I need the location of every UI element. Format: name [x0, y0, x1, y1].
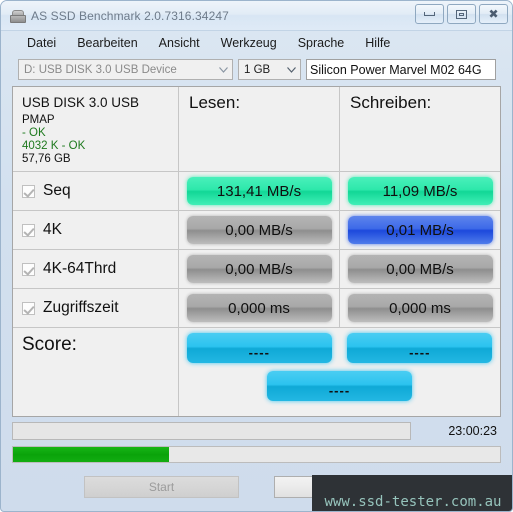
- menu-item-ansicht[interactable]: Ansicht: [159, 36, 200, 50]
- progress-bar-fill: [13, 447, 169, 462]
- table-row-seq: Seq 131,41 MB/s 11,09 MB/s: [13, 172, 500, 211]
- 4k-label-cell: 4K: [13, 211, 179, 249]
- write-column-label: Schreiben:: [350, 93, 432, 112]
- 4k64-checkbox[interactable]: [22, 262, 35, 276]
- seq-checkbox[interactable]: [22, 184, 35, 198]
- drive-info-panel: USB DISK 3.0 USB PMAP - OK 4032 K - OK 5…: [13, 87, 179, 171]
- hard-drive-icon: [9, 8, 26, 24]
- info-header-row: USB DISK 3.0 USB PMAP - OK 4032 K - OK 5…: [13, 87, 500, 172]
- device-name-field[interactable]: Silicon Power Marvel M02 64G: [306, 59, 496, 80]
- 4k-read-value: 0,00 MB/s: [186, 216, 332, 244]
- toolbar: D: USB DISK 3.0 USB Device 1 GB Silicon …: [1, 55, 512, 84]
- read-column-header: Lesen:: [179, 87, 340, 171]
- menu-item-bearbeiten[interactable]: Bearbeiten: [77, 36, 137, 50]
- drive-info-title: USB DISK 3.0 USB: [22, 95, 140, 110]
- watermark-text: www.ssd-tester.com.au: [324, 494, 502, 510]
- seq-label-cell: Seq: [13, 172, 179, 210]
- minimize-icon: [424, 12, 435, 16]
- app-window: AS SSD Benchmark 2.0.7316.34247 ✖ Datei …: [0, 0, 513, 512]
- score-write-value: ----: [347, 333, 493, 363]
- seq-label: Seq: [43, 182, 71, 199]
- seq-read-value: 131,41 MB/s: [186, 177, 332, 205]
- access-write-value: 0,000 ms: [347, 294, 493, 322]
- access-read-value: 0,000 ms: [186, 294, 332, 322]
- access-checkbox[interactable]: [22, 301, 35, 315]
- table-row-score: Score: ---- ---- ----: [13, 328, 500, 416]
- results-grid: USB DISK 3.0 USB PMAP - OK 4032 K - OK 5…: [12, 86, 501, 417]
- seq-write-cell: 11,09 MB/s: [340, 172, 500, 210]
- 4k64-read-cell: 0,00 MB/s: [179, 250, 340, 288]
- 4k-read-cell: 0,00 MB/s: [179, 211, 340, 249]
- menu-bar: Datei Bearbeiten Ansicht Werkzeug Sprach…: [1, 31, 512, 55]
- score-read-value: ----: [186, 333, 332, 363]
- score-total-value: ----: [267, 371, 412, 401]
- score-label-cell: Score:: [13, 328, 179, 416]
- write-column-header: Schreiben:: [340, 87, 500, 171]
- start-button[interactable]: Start: [84, 476, 239, 498]
- 4k64-write-cell: 0,00 MB/s: [340, 250, 500, 288]
- watermark-overlay: www.ssd-tester.com.au: [312, 475, 512, 511]
- 4k-write-cell: 0,01 MB/s: [340, 211, 500, 249]
- minimize-button[interactable]: [415, 4, 444, 24]
- access-label: Zugriffszeit: [43, 299, 119, 316]
- size-select-value: 1 GB: [244, 63, 271, 76]
- maximize-button[interactable]: [447, 4, 476, 24]
- read-column-label: Lesen:: [189, 93, 241, 112]
- elapsed-clock: 23:00:23: [448, 424, 497, 438]
- seq-write-value: 11,09 MB/s: [347, 177, 493, 205]
- access-read-cell: 0,000 ms: [179, 289, 340, 327]
- chevron-down-icon: [285, 60, 298, 79]
- 4k64-label: 4K-64Thrd: [43, 260, 117, 277]
- menu-item-werkzeug[interactable]: Werkzeug: [221, 36, 277, 50]
- progress-bar: [12, 446, 501, 463]
- close-icon: ✖: [488, 7, 499, 21]
- title-bar: AS SSD Benchmark 2.0.7316.34247 ✖: [1, 1, 512, 31]
- drive-select-value: D: USB DISK 3.0 USB Device: [24, 63, 177, 76]
- maximize-icon: [456, 9, 467, 19]
- access-label-cell: Zugriffszeit: [13, 289, 179, 327]
- access-write-cell: 0,000 ms: [340, 289, 500, 327]
- window-title: AS SSD Benchmark 2.0.7316.34247: [31, 8, 229, 23]
- size-select[interactable]: 1 GB: [238, 59, 301, 80]
- close-button[interactable]: ✖: [479, 4, 508, 24]
- status-row: 23:00:23: [12, 422, 501, 440]
- 4k-write-value: 0,01 MB/s: [347, 216, 493, 244]
- menu-item-datei[interactable]: Datei: [27, 36, 56, 50]
- window-controls: ✖: [415, 4, 508, 24]
- drive-status: - OK: [22, 127, 46, 139]
- score-label: Score:: [22, 334, 77, 355]
- status-message: [12, 422, 411, 440]
- drive-select[interactable]: D: USB DISK 3.0 USB Device: [18, 59, 233, 80]
- table-row-4k-64thrd: 4K-64Thrd 0,00 MB/s 0,00 MB/s: [13, 250, 500, 289]
- chevron-down-icon: [217, 60, 230, 79]
- menu-item-sprache[interactable]: Sprache: [298, 36, 345, 50]
- 4k64-label-cell: 4K-64Thrd: [13, 250, 179, 288]
- drive-firmware: PMAP: [22, 114, 55, 126]
- 4k-checkbox[interactable]: [22, 223, 35, 237]
- menu-item-hilfe[interactable]: Hilfe: [365, 36, 390, 50]
- 4k64-read-value: 0,00 MB/s: [186, 255, 332, 283]
- drive-alignment: 4032 K - OK: [22, 140, 86, 152]
- seq-read-cell: 131,41 MB/s: [179, 172, 340, 210]
- 4k-label: 4K: [43, 221, 62, 238]
- score-area: ---- ---- ----: [179, 328, 500, 416]
- table-row-zugriffszeit: Zugriffszeit 0,000 ms 0,000 ms: [13, 289, 500, 328]
- table-row-4k: 4K 0,00 MB/s 0,01 MB/s: [13, 211, 500, 250]
- 4k64-write-value: 0,00 MB/s: [347, 255, 493, 283]
- drive-capacity: 57,76 GB: [22, 153, 71, 165]
